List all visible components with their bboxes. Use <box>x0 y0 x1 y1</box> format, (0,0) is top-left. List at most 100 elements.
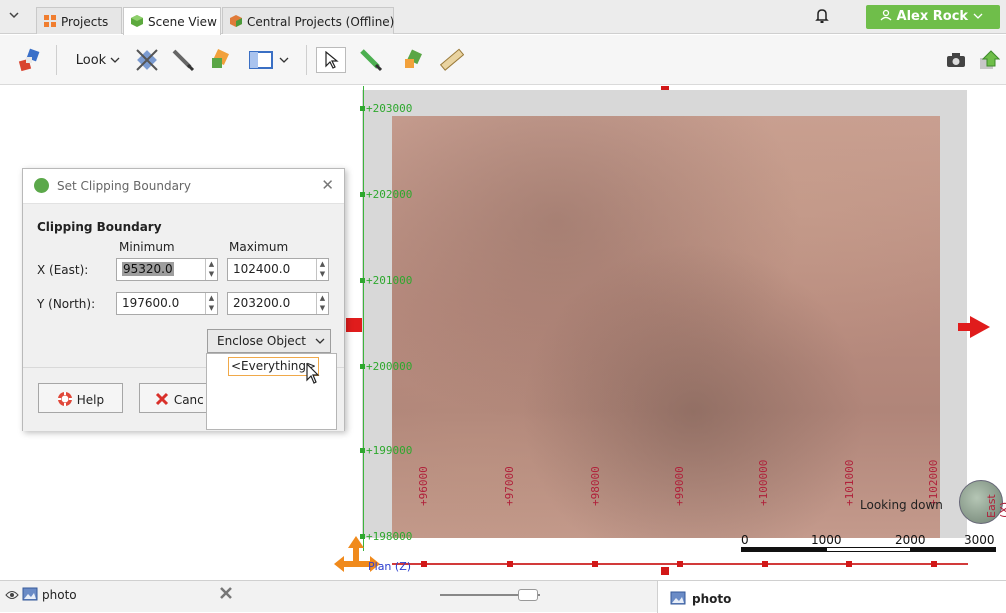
user-icon <box>880 9 897 24</box>
y-axis-label: +203000 <box>360 102 412 115</box>
x-min-field[interactable]: 95320.0 ▲ ▼ <box>116 258 218 281</box>
y-axis-label: +199000 <box>360 444 412 457</box>
x-axis-tick <box>592 561 598 567</box>
app-logo-icon <box>34 178 49 193</box>
close-icon[interactable]: ✕ <box>321 176 334 194</box>
boundary-handle-top[interactable] <box>661 86 669 90</box>
plan-axis-label: Plan (Z) <box>368 560 412 573</box>
look-label: Look <box>75 52 107 68</box>
tab-central-projects[interactable]: Central Projects (Offline) <box>222 7 394 34</box>
scene-cube-icon <box>130 14 144 28</box>
dialog-body: Clipping Boundary Minimum Maximum X (Eas… <box>23 203 344 367</box>
toolbar-separator <box>56 45 57 75</box>
layout-icon <box>249 51 273 69</box>
x-max-value: 102400.0 <box>233 262 291 276</box>
x-axis-label: +100000 <box>757 459 770 506</box>
user-name: Alex Rock <box>896 9 969 24</box>
y-axis-label: +201000 <box>360 274 412 287</box>
y-min-field[interactable]: 197600.0 ▲ ▼ <box>116 292 218 315</box>
look-dropdown[interactable]: Look <box>70 47 126 73</box>
y-axis-label: +200000 <box>360 360 412 373</box>
visibility-eye-icon[interactable] <box>5 589 19 603</box>
tabs-menu-chevron-icon[interactable] <box>8 9 22 23</box>
y-axis-label: +202000 <box>360 188 412 201</box>
scale-label: 1000 <box>811 533 842 547</box>
x-axis-tick <box>762 561 768 567</box>
x-max-field[interactable]: 102400.0 ▲ ▼ <box>227 258 329 281</box>
properties-panel: photo <box>657 581 1006 613</box>
x-axis-label: +97000 <box>503 466 516 506</box>
panel-title: photo <box>692 592 732 606</box>
column-header-maximum: Maximum <box>229 240 289 254</box>
aerial-photo <box>392 116 940 538</box>
user-menu-chevron-icon <box>973 9 983 24</box>
cancel-x-icon <box>154 392 174 407</box>
image-object-icon <box>22 587 38 604</box>
x-min-value: 95320.0 <box>122 262 174 276</box>
object-name: photo <box>42 588 77 602</box>
x-axis-label: +96000 <box>417 466 430 506</box>
mouse-pointer-icon <box>305 362 321 388</box>
toolbar-separator <box>306 45 307 75</box>
x-east-label: X (East): <box>37 263 89 277</box>
y-max-field[interactable]: 203200.0 ▲ ▼ <box>227 292 329 315</box>
notification-bell-icon[interactable] <box>815 8 829 28</box>
slider-thumb[interactable] <box>518 589 538 601</box>
x-axis-label: +98000 <box>589 466 602 506</box>
scale-label: 0 <box>741 533 749 547</box>
projects-icon <box>43 14 57 28</box>
x-max-stepper[interactable]: ▲ ▼ <box>316 259 328 280</box>
panel-image-icon <box>670 591 686 608</box>
tab-scene-view[interactable]: Scene View <box>123 7 221 35</box>
grid-line <box>363 86 364 551</box>
x-axis-tick <box>931 561 937 567</box>
enclose-object-label: Enclose Object <box>217 334 306 348</box>
x-axis-tick <box>846 561 852 567</box>
pick-object-icon[interactable] <box>398 47 428 73</box>
layout-dropdown[interactable] <box>244 47 294 73</box>
help-button[interactable]: Help <box>38 383 123 413</box>
tab-scene-view-label: Scene View <box>148 15 217 29</box>
x-axis-tick <box>677 561 683 567</box>
ruler-icon[interactable] <box>436 47 466 73</box>
enclose-object-button[interactable]: Enclose Object <box>207 329 331 353</box>
camera-icon[interactable] <box>944 47 968 73</box>
x-axis-label: +101000 <box>843 459 856 506</box>
select-cursor-icon[interactable] <box>316 47 346 73</box>
tab-central-projects-label: Central Projects (Offline) <box>247 15 395 29</box>
clip-tool-icon[interactable] <box>14 47 44 73</box>
y-max-value: 203200.0 <box>233 296 291 310</box>
chevron-down-icon <box>315 338 325 344</box>
user-account-button[interactable]: Alex Rock <box>866 5 1000 29</box>
help-label: Help <box>76 393 105 407</box>
tab-projects-label: Projects <box>61 15 109 29</box>
tab-bar: Projects Scene View Central Projects (Of… <box>0 0 1006 35</box>
section-title: Clipping Boundary <box>37 220 162 234</box>
share-upload-icon[interactable] <box>976 47 1002 73</box>
object-tool-icon[interactable] <box>205 47 235 73</box>
boundary-handle-west[interactable] <box>346 318 362 332</box>
dialog-title: Set Clipping Boundary <box>57 179 191 193</box>
object-row[interactable]: photo <box>0 581 250 613</box>
scale-label: 2000 <box>895 533 926 547</box>
x-axis-tick <box>507 561 513 567</box>
y-min-stepper[interactable]: ▲ ▼ <box>205 293 217 314</box>
boundary-handle-east-arrow[interactable] <box>958 316 990 338</box>
x-axis-label: +99000 <box>673 466 686 506</box>
remove-object-icon[interactable] <box>218 585 234 604</box>
x-axis-tick <box>421 561 427 567</box>
slice-tool-icon[interactable] <box>356 47 386 73</box>
measure-pen-icon[interactable] <box>168 47 198 73</box>
y-max-stepper[interactable]: ▲ ▼ <box>316 293 328 314</box>
dialog-titlebar[interactable]: Set Clipping Boundary ✕ <box>23 169 344 203</box>
scene-reset-icon[interactable] <box>132 47 162 73</box>
tab-projects[interactable]: Projects <box>36 7 122 34</box>
opacity-slider[interactable] <box>440 589 540 601</box>
help-lifebuoy-icon <box>57 392 77 407</box>
cancel-label: Canc <box>173 393 204 407</box>
boundary-handle-bottom[interactable] <box>661 567 669 575</box>
scale-label: 3000 <box>964 533 995 547</box>
x-min-stepper[interactable]: ▲ ▼ <box>205 259 217 280</box>
scene-toolbar: Look <box>0 35 1006 85</box>
column-header-minimum: Minimum <box>119 240 175 254</box>
